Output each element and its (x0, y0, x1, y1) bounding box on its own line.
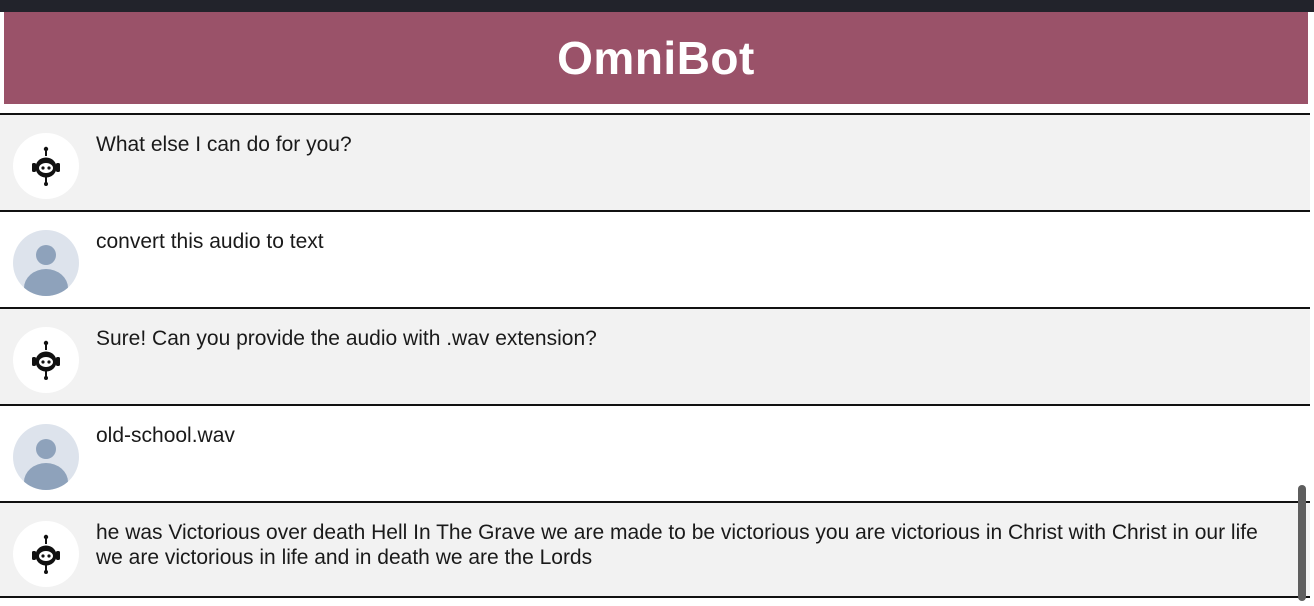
message-text: Sure! Can you provide the audio with .wa… (96, 327, 597, 350)
message-text: old-school.wav (96, 424, 235, 447)
scrollbar-thumb[interactable] (1298, 485, 1306, 601)
message-text: What else I can do for you? (96, 133, 352, 156)
bot-message: he was Victorious over death Hell In The… (0, 501, 1310, 598)
robot-icon (13, 133, 79, 199)
bot-message: Sure! Can you provide the audio with .wa… (0, 307, 1310, 404)
robot-icon (13, 327, 79, 393)
app-title: OmniBot (557, 32, 755, 84)
message-text: convert this audio to text (96, 230, 324, 253)
bot-message: What else I can do for you? (0, 113, 1310, 210)
app-header: OmniBot (4, 12, 1308, 104)
user-message: old-school.wav (0, 404, 1310, 501)
user-avatar-icon (13, 424, 79, 490)
user-message: convert this audio to text (0, 210, 1310, 307)
top-dark-bar (0, 0, 1314, 12)
robot-icon (13, 521, 79, 587)
user-avatar-icon (13, 230, 79, 296)
chat-log[interactable]: What else I can do for you? convert this… (0, 113, 1310, 606)
message-text: he was Victorious over death Hell In The… (96, 521, 1258, 569)
